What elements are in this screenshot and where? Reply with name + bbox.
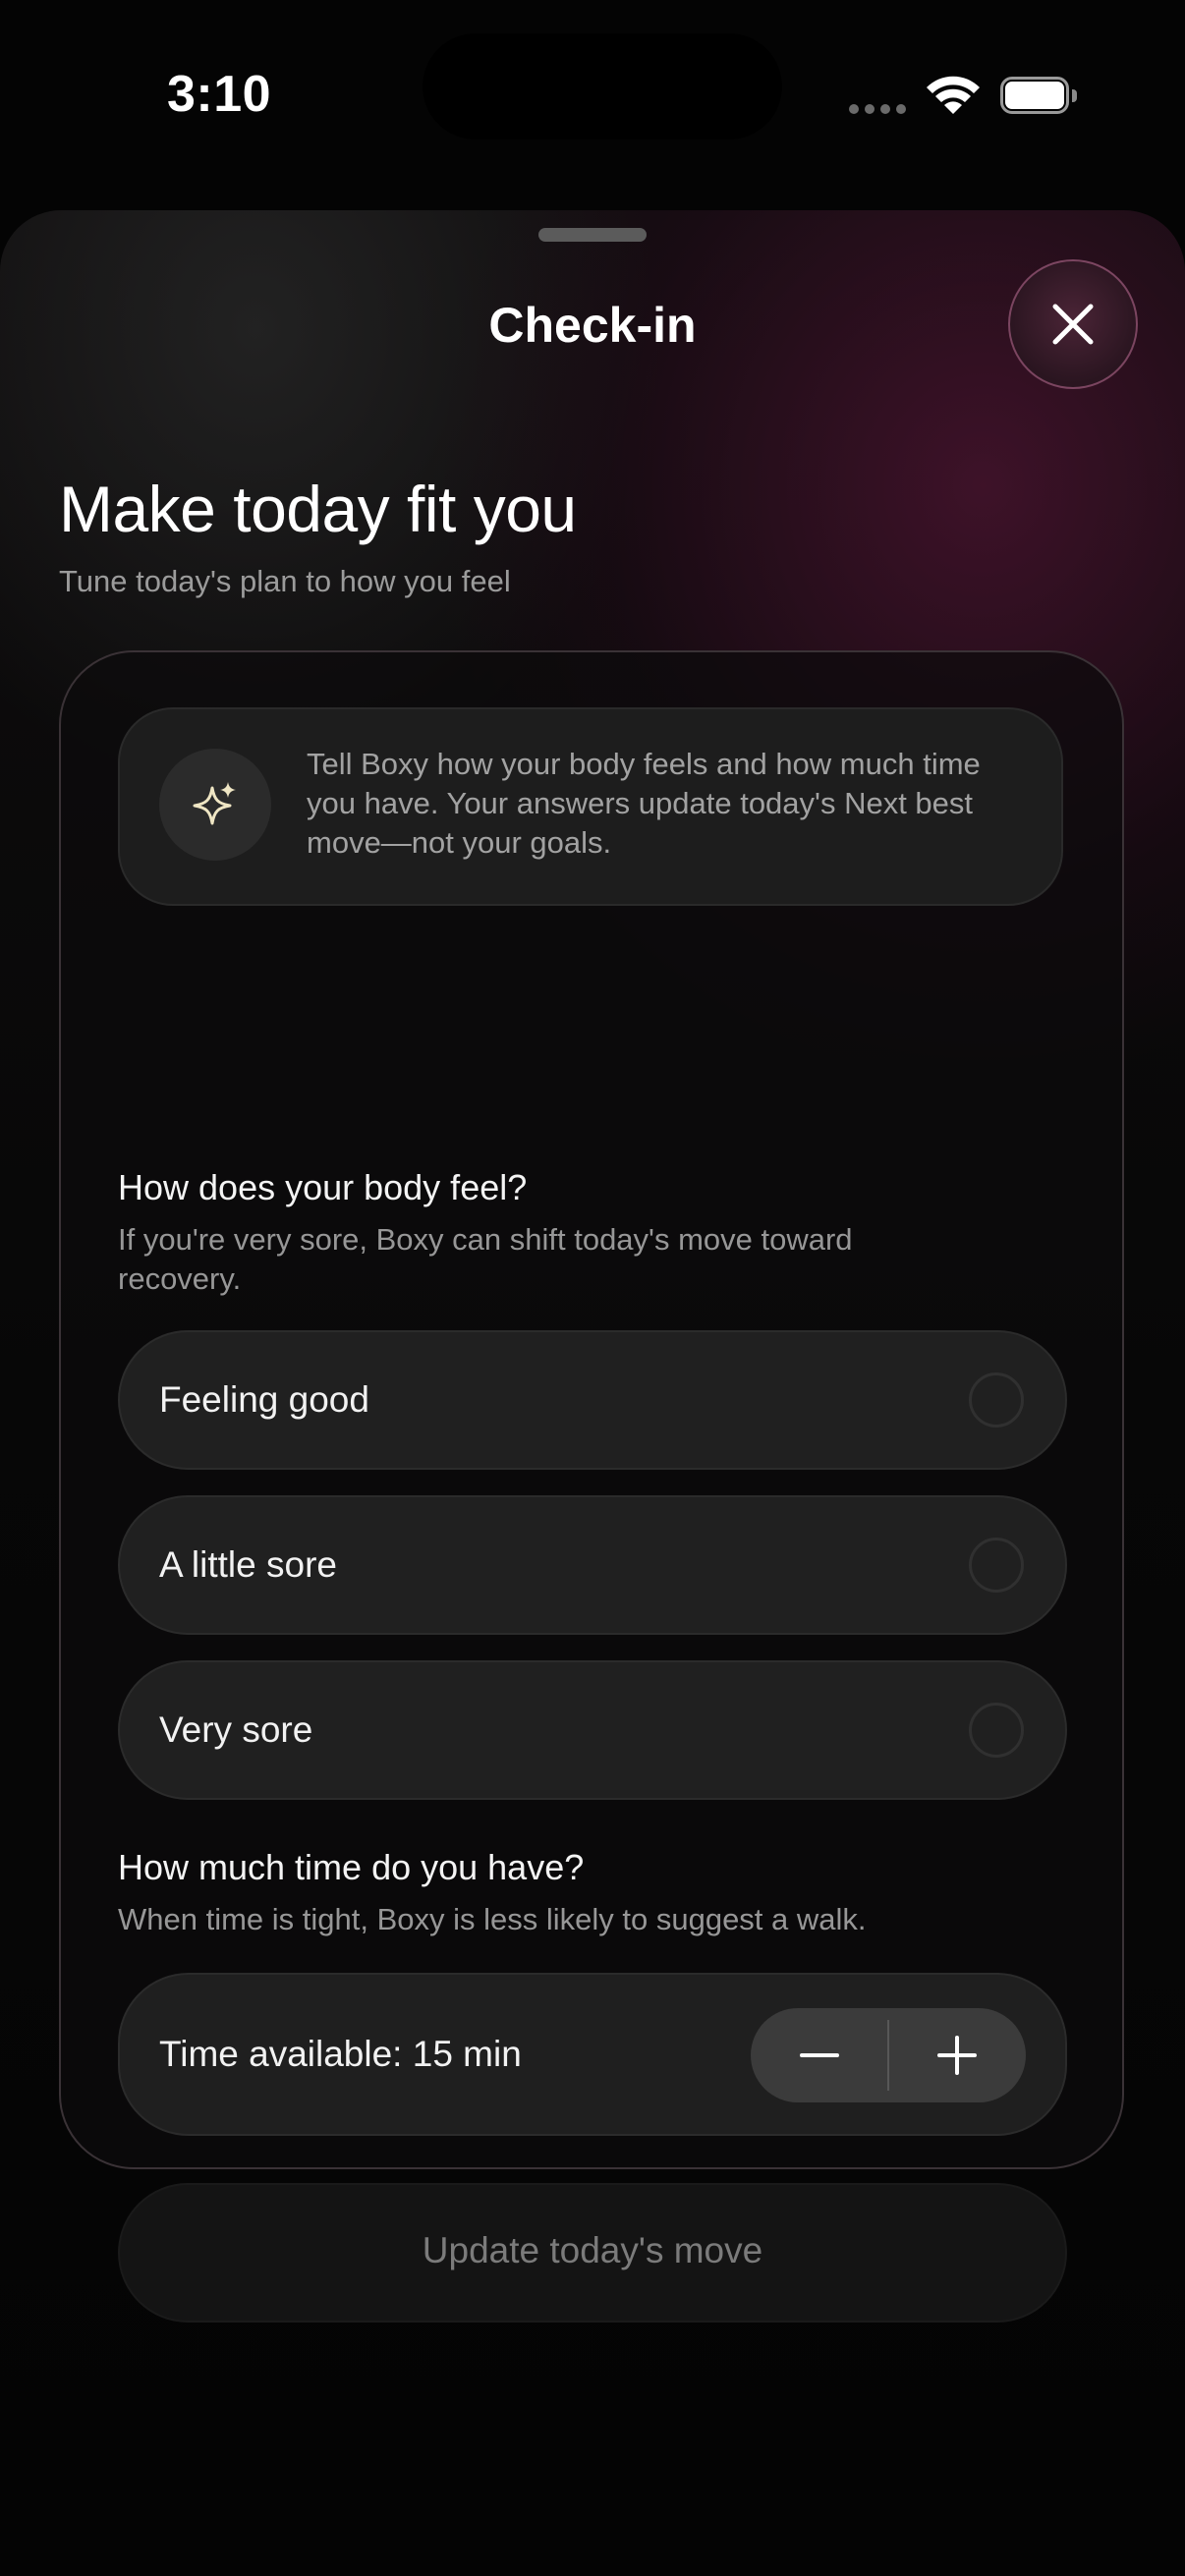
time-heading: How much time do you have? — [118, 1847, 585, 1887]
wifi-icon — [926, 73, 981, 116]
body-feel-help: If you're very sore, Boxy can shift toda… — [118, 1222, 853, 1296]
close-icon — [1052, 304, 1094, 345]
option-feeling-good[interactable]: Feeling good — [118, 1330, 1067, 1470]
page-title: Make today fit you — [59, 473, 577, 545]
status-bar: 3:10 — [0, 0, 1185, 196]
sheet-grabber[interactable] — [538, 228, 647, 242]
check-in-card: Tell Boxy how your body feels and how mu… — [59, 650, 1124, 2323]
body-feel-heading: How does your body feel? — [118, 1167, 528, 1207]
option-label: A little sore — [159, 1544, 337, 1585]
check-in-sheet: Check-in Make today fit you Tune today's… — [0, 210, 1185, 2576]
minus-icon — [800, 2053, 839, 2057]
info-text: Tell Boxy how your body feels and how mu… — [307, 747, 981, 860]
time-available-row: Time available: 15 min — [118, 1973, 1067, 2136]
increment-time-button[interactable] — [888, 2008, 1026, 2102]
sparkle-badge — [159, 749, 271, 861]
time-help: When time is tight, Boxy is less likely … — [118, 1902, 867, 1936]
battery-icon — [1000, 77, 1079, 116]
plus-icon — [937, 2036, 977, 2075]
option-a-little-sore[interactable]: A little sore — [118, 1495, 1067, 1635]
update-todays-move-button[interactable]: Update today's move — [118, 2183, 1067, 2323]
cellular-signal-icon — [849, 104, 908, 116]
time-stepper — [751, 2008, 1026, 2102]
decrement-time-button[interactable] — [751, 2008, 888, 2102]
radio-a-little-sore[interactable] — [969, 1538, 1024, 1593]
status-time: 3:10 — [167, 66, 272, 123]
info-box: Tell Boxy how your body feels and how mu… — [118, 707, 1063, 906]
radio-very-sore[interactable] — [969, 1703, 1024, 1758]
option-label: Feeling good — [159, 1379, 369, 1420]
close-button[interactable] — [1008, 259, 1138, 389]
update-button-label: Update today's move — [422, 2230, 763, 2270]
radio-feeling-good[interactable] — [969, 1372, 1024, 1428]
option-very-sore[interactable]: Very sore — [118, 1660, 1067, 1800]
page-subtitle: Tune today's plan to how you feel — [59, 564, 511, 598]
time-available-label: Time available: 15 min — [159, 2034, 522, 2074]
sparkle-icon — [193, 782, 236, 825]
dynamic-island — [423, 33, 782, 140]
option-label: Very sore — [159, 1709, 313, 1750]
